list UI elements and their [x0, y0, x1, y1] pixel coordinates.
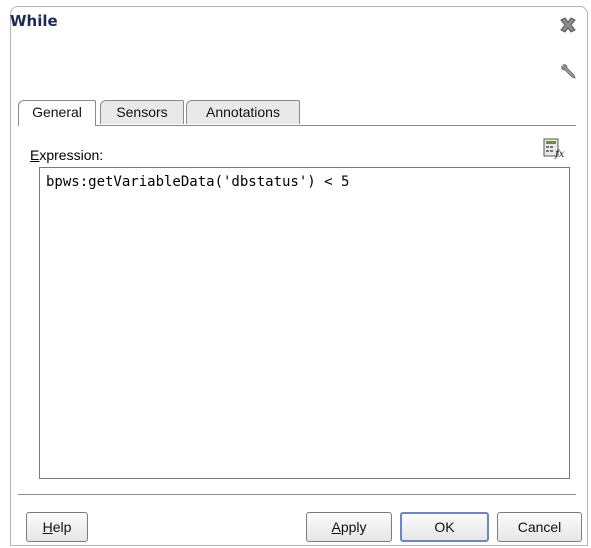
button-divider: [18, 494, 576, 495]
expression-label-mnemonic: E: [30, 147, 40, 163]
expression-label: Expression:: [30, 147, 103, 163]
help-label: elp: [52, 519, 72, 535]
tab-annotations[interactable]: Annotations: [186, 100, 300, 124]
ok-button[interactable]: OK: [400, 512, 489, 542]
help-button[interactable]: Help: [26, 512, 88, 542]
svg-text:fx: fx: [554, 149, 565, 159]
cancel-button[interactable]: Cancel: [497, 512, 582, 542]
tab-sensors[interactable]: Sensors: [100, 100, 184, 124]
expression-label-text: xpression:: [39, 147, 104, 163]
apply-mnemonic: A: [331, 519, 341, 535]
expression-editor[interactable]: bpws:getVariableData('dbstatus') < 5: [39, 167, 570, 479]
wrench-icon[interactable]: [559, 62, 579, 82]
tab-general[interactable]: General: [18, 100, 96, 126]
expression-builder-icon[interactable]: fx: [542, 137, 566, 160]
close-icon[interactable]: [557, 14, 579, 36]
help-mnemonic: H: [42, 519, 53, 535]
apply-button[interactable]: Apply: [306, 512, 392, 542]
dialog-title: While: [10, 12, 58, 30]
apply-label: pply: [340, 519, 367, 535]
